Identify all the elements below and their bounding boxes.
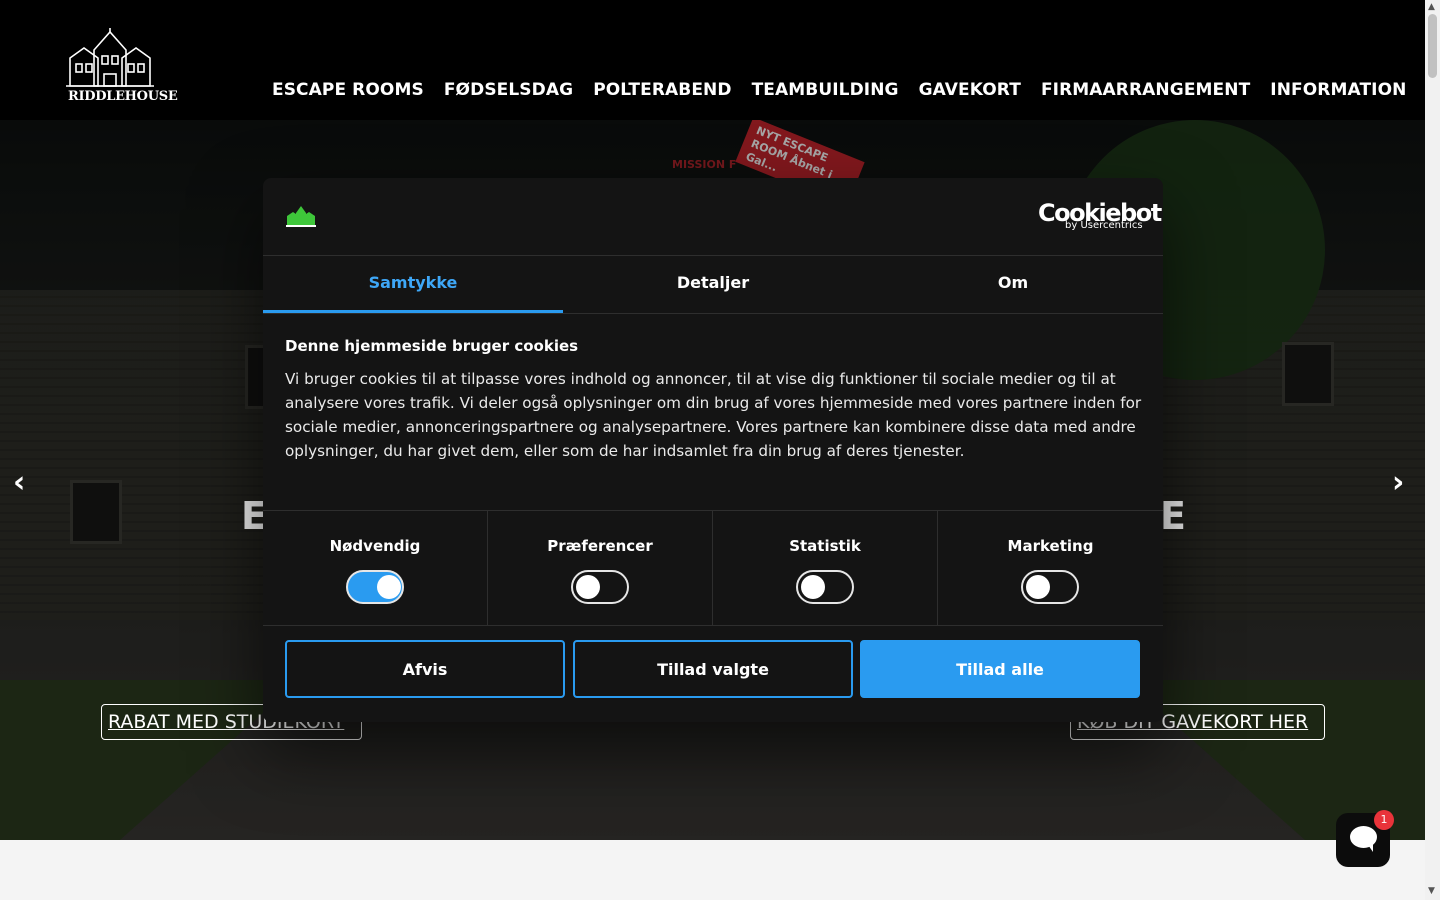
- allow-selected-button[interactable]: Tillad valgte: [573, 640, 853, 698]
- dialog-tabs: Samtykke Detaljer Om: [263, 255, 1163, 314]
- consent-marketing: Marketing: [938, 511, 1163, 625]
- consent-label: Præferencer: [547, 537, 653, 555]
- nav-information[interactable]: INFORMATION: [1270, 80, 1406, 100]
- consent-preferences: Præferencer: [488, 511, 713, 625]
- dialog-actions: Afvis Tillad valgte Tillad alle: [285, 640, 1141, 698]
- hero-heading-fragment: E: [1160, 494, 1186, 538]
- scroll-down-icon[interactable]: ▼: [1428, 886, 1435, 896]
- nav-fodselsdag[interactable]: FØDSELSDAG: [444, 80, 573, 100]
- necessary-toggle[interactable]: [346, 570, 404, 604]
- page-scrollbar[interactable]: ▲ ▼: [1425, 0, 1440, 900]
- site-header: RIDDLEHOUSE ESCAPE ROOMS FØDSELSDAG POLT…: [0, 0, 1440, 120]
- consent-categories: Nødvendig Præferencer Statistik Marketin…: [263, 510, 1163, 626]
- nav-polterabend[interactable]: POLTERABEND: [593, 80, 731, 100]
- reject-button[interactable]: Afvis: [285, 640, 565, 698]
- cookiebot-sub: by Usercentrics: [1065, 220, 1143, 231]
- chat-bubble-tail: [1366, 842, 1373, 852]
- toggle-knob: [1026, 575, 1050, 599]
- house-logo-icon: [66, 28, 154, 87]
- nav-escape-rooms[interactable]: ESCAPE ROOMS: [272, 80, 424, 100]
- dialog-body-text: Vi bruger cookies til at tilpasse vores …: [285, 370, 1142, 460]
- scroll-up-icon[interactable]: ▲: [1428, 2, 1435, 12]
- chat-unread-badge: 1: [1374, 810, 1394, 830]
- cookie-consent-dialog: Cookiebot by Usercentrics Samtykke Detal…: [263, 178, 1163, 722]
- preferences-toggle[interactable]: [571, 570, 629, 604]
- dialog-header: Cookiebot by Usercentrics: [263, 178, 1163, 256]
- toggle-knob: [576, 575, 600, 599]
- marketing-toggle[interactable]: [1021, 570, 1079, 604]
- main-nav: ESCAPE ROOMS FØDSELSDAG POLTERABEND TEAM…: [272, 80, 1440, 100]
- dialog-title: Denne hjemmeside bruger cookies: [285, 337, 579, 355]
- riddlehouse-small-logo-icon: [285, 204, 317, 232]
- toggle-knob: [801, 575, 825, 599]
- chevron-left-icon[interactable]: ‹: [13, 465, 25, 500]
- tab-om[interactable]: Om: [863, 255, 1163, 313]
- consent-label: Marketing: [1007, 537, 1094, 555]
- logo-wordmark: RIDDLEHOUSE: [68, 89, 178, 104]
- tab-samtykke[interactable]: Samtykke: [263, 255, 563, 313]
- consent-statistics: Statistik: [713, 511, 938, 625]
- nav-gavekort[interactable]: GAVEKORT: [919, 80, 1021, 100]
- allow-all-button[interactable]: Tillad alle: [860, 640, 1140, 698]
- consent-necessary: Nødvendig: [263, 511, 488, 625]
- nav-teambuilding[interactable]: TEAMBUILDING: [752, 80, 899, 100]
- chevron-right-icon[interactable]: ›: [1392, 465, 1404, 500]
- toggle-knob: [377, 575, 401, 599]
- consent-label: Nødvendig: [329, 537, 421, 555]
- scrollbar-thumb[interactable]: [1428, 14, 1437, 78]
- consent-label: Statistik: [789, 537, 861, 555]
- tab-detaljer[interactable]: Detaljer: [563, 255, 863, 313]
- statistics-toggle[interactable]: [796, 570, 854, 604]
- nav-firmaarrangement[interactable]: FIRMAARRANGEMENT: [1041, 80, 1250, 100]
